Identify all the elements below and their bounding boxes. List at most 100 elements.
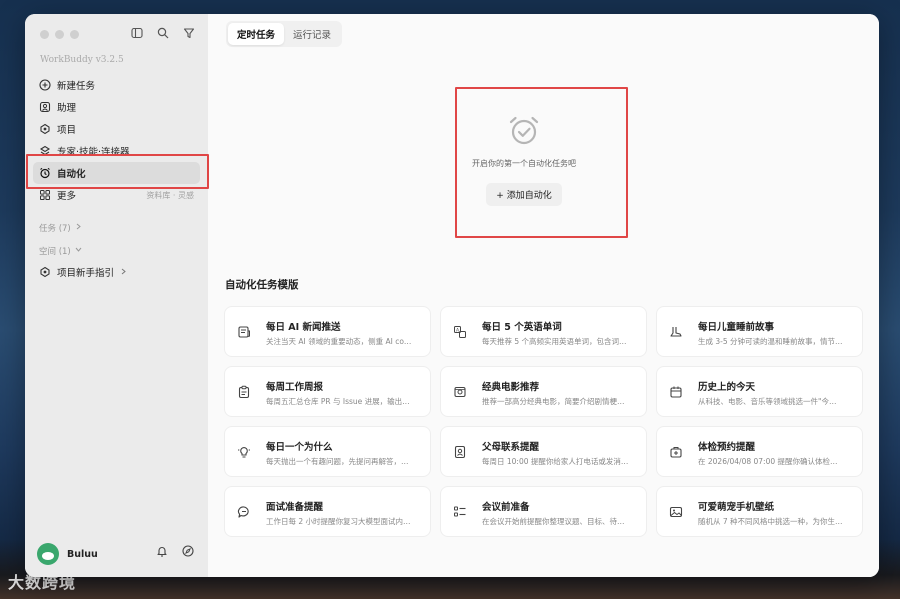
template-card-desc: 每天抛出一个有趣问题，先提问再解答，…: [266, 457, 409, 466]
empty-state: 开启你的第一个自动化任务吧 + 添加自动化: [439, 86, 609, 236]
template-card-desc: 在 2026/04/08 07:00 提醒你确认体检…: [698, 457, 838, 466]
sidebar: WorkBuddy v3.2.5 新建任务 助理 项目 专家·技能·连接器 自动…: [25, 14, 208, 577]
sidebar-nav: 新建任务 助理 项目 专家·技能·连接器 自动化 更多 资料库 · 灵感: [33, 74, 200, 206]
checklist-icon: [453, 504, 467, 518]
chevron-right-icon: [75, 223, 82, 233]
tab-run-history[interactable]: 运行记录: [284, 23, 340, 45]
boot-icon: [669, 324, 683, 338]
sidebar-item-more[interactable]: 更多 资料库 · 灵感: [33, 184, 200, 206]
tasks-section-toggle[interactable]: 任务 (7): [39, 222, 82, 234]
sidebar-item-project[interactable]: 项目: [33, 118, 200, 140]
window-controls: [40, 30, 79, 39]
add-automation-button[interactable]: + 添加自动化: [486, 183, 562, 206]
more-icon: [39, 189, 51, 201]
template-card-title: 每周工作周报: [266, 382, 324, 393]
app-version: WorkBuddy v3.2.5: [40, 55, 124, 65]
sidebar-item-label: 项目: [57, 125, 77, 136]
template-card[interactable]: 每日 AI 新闻推送 关注当天 AI 领域的重要动态，侧重 AI co…: [224, 306, 431, 357]
filter-icon[interactable]: [183, 26, 195, 40]
project-guide-label: 项目新手指引: [57, 268, 115, 279]
template-card[interactable]: 历史上的今天 从科技、电影、音乐等领域挑选一件"今…: [656, 366, 863, 417]
sidebar-item-label: 更多: [57, 191, 77, 202]
template-card[interactable]: 体检预约提醒 在 2026/04/08 07:00 提醒你确认体检…: [656, 426, 863, 477]
sidebar-item-extra: 资料库 · 灵感: [146, 190, 194, 200]
template-card[interactable]: 每周工作周报 每周五汇总仓库 PR 与 Issue 进展，输出…: [224, 366, 431, 417]
template-card-title: 可爱萌宠手机壁纸: [698, 502, 775, 513]
template-card[interactable]: 经典电影推荐 推荐一部高分经典电影，简要介绍剧情梗…: [440, 366, 647, 417]
template-card-desc: 在会议开始前提醒你整理议题、目标、待…: [482, 517, 625, 526]
template-grid: 每日 AI 新闻推送 关注当天 AI 领域的重要动态，侧重 AI co… A 每…: [224, 306, 863, 537]
project-guide-link[interactable]: 项目新手指引: [39, 265, 127, 279]
template-card-desc: 推荐一部高分经典电影，简要介绍剧情梗…: [482, 397, 625, 406]
sidebar-item-new-task[interactable]: 新建任务: [33, 74, 200, 96]
tab-scheduled-tasks[interactable]: 定时任务: [228, 23, 285, 45]
template-card-title: 体检预约提醒: [698, 442, 756, 453]
tasks-section-label: 任务 (7): [39, 224, 71, 234]
contact-icon: [453, 444, 467, 459]
sidebar-item-assistant[interactable]: 助理: [33, 96, 200, 118]
template-card[interactable]: 父母联系提醒 每周日 10:00 提醒你给家人打电话或发消…: [440, 426, 647, 477]
image-icon: [669, 504, 683, 518]
space-section-toggle[interactable]: 空间 (1): [39, 245, 82, 257]
alarm-icon: [39, 167, 51, 179]
chevron-down-icon: [75, 246, 82, 256]
empty-state-text: 开启你的第一个自动化任务吧: [472, 159, 576, 168]
template-card[interactable]: 会议前准备 在会议开始前提醒你整理议题、目标、待…: [440, 486, 647, 537]
templates-title: 自动化任务模版: [225, 279, 299, 291]
template-card-desc: 每周五汇总仓库 PR 与 Issue 进展，输出…: [266, 397, 410, 406]
template-card-title: 每日 AI 新闻推送: [266, 322, 341, 333]
search-icon[interactable]: [157, 26, 169, 40]
template-card[interactable]: 每日儿童睡前故事 生成 3-5 分钟可读的温和睡前故事，情节…: [656, 306, 863, 357]
sidebar-toolbar: [131, 26, 195, 40]
template-card[interactable]: 每日一个为什么 每天抛出一个有趣问题，先提问再解答，…: [224, 426, 431, 477]
template-card-title: 面试准备提醒: [266, 502, 324, 513]
template-card-title: 经典电影推荐: [482, 382, 540, 393]
template-card-desc: 每天推荐 5 个高频实用英语单词，包含词…: [482, 337, 627, 346]
compass-icon[interactable]: [182, 542, 194, 561]
health-icon: [669, 444, 683, 458]
sidebar-toggle-icon[interactable]: [131, 26, 143, 40]
alarm-check-icon: [509, 116, 539, 145]
project-icon: [39, 266, 51, 278]
avatar: [37, 543, 59, 565]
user-name: Buluu: [67, 548, 98, 560]
template-card-desc: 随机从 7 种不同风格中挑选一种，为你生…: [698, 517, 843, 526]
template-card-title: 每日儿童睡前故事: [698, 322, 775, 333]
sidebar-item-label: 专家·技能·连接器: [57, 147, 130, 158]
template-card-desc: 每周日 10:00 提醒你给家人打电话或发消…: [482, 457, 629, 466]
translate-icon: A: [453, 324, 467, 338]
app-window: WorkBuddy v3.2.5 新建任务 助理 项目 专家·技能·连接器 自动…: [25, 14, 879, 577]
close-window-button[interactable]: [40, 30, 49, 39]
sidebar-item-label: 自动化: [57, 169, 86, 180]
maximize-window-button[interactable]: [70, 30, 79, 39]
calendar-icon: [669, 384, 683, 398]
news-icon: [237, 324, 251, 338]
template-card[interactable]: 面试准备提醒 工作日每 2 小时提醒你复习大模型面试内…: [224, 486, 431, 537]
expert-icon: [39, 145, 51, 157]
sidebar-item-automation[interactable]: 自动化: [33, 162, 200, 184]
template-card-title: 历史上的今天: [698, 382, 756, 393]
film-icon: [453, 384, 467, 398]
sidebar-item-experts[interactable]: 专家·技能·连接器: [33, 140, 200, 162]
user-profile[interactable]: Buluu: [37, 543, 98, 565]
template-card-desc: 生成 3-5 分钟可读的温和睡前故事，情节…: [698, 337, 843, 346]
template-card-desc: 工作日每 2 小时提醒你复习大模型面试内…: [266, 517, 411, 526]
project-icon: [39, 123, 51, 135]
sidebar-item-label: 助理: [57, 103, 77, 114]
chat-icon: [237, 504, 251, 518]
user-tools: [156, 542, 194, 561]
template-card-desc: 从科技、电影、音乐等领域挑选一件"今…: [698, 397, 837, 406]
plus-circle-icon: [39, 79, 51, 91]
bell-icon[interactable]: [156, 542, 168, 561]
minimize-window-button[interactable]: [55, 30, 64, 39]
sidebar-item-label: 新建任务: [57, 81, 96, 92]
main-content: 定时任务 运行记录 开启你的第一个自动化任务吧 + 添加自动化 自动化任务模版 …: [208, 14, 879, 577]
template-card-title: 每日一个为什么: [266, 442, 333, 453]
space-section-label: 空间 (1): [39, 247, 71, 257]
template-card[interactable]: A 每日 5 个英语单词 每天推荐 5 个高频实用英语单词，包含词…: [440, 306, 647, 357]
bulb-icon: [237, 444, 251, 458]
template-card[interactable]: 可爱萌宠手机壁纸 随机从 7 种不同风格中挑选一种，为你生…: [656, 486, 863, 537]
template-card-title: 父母联系提醒: [482, 442, 540, 453]
template-card-desc: 关注当天 AI 领域的重要动态，侧重 AI co…: [266, 337, 412, 346]
tab-bar: 定时任务 运行记录: [226, 21, 343, 47]
